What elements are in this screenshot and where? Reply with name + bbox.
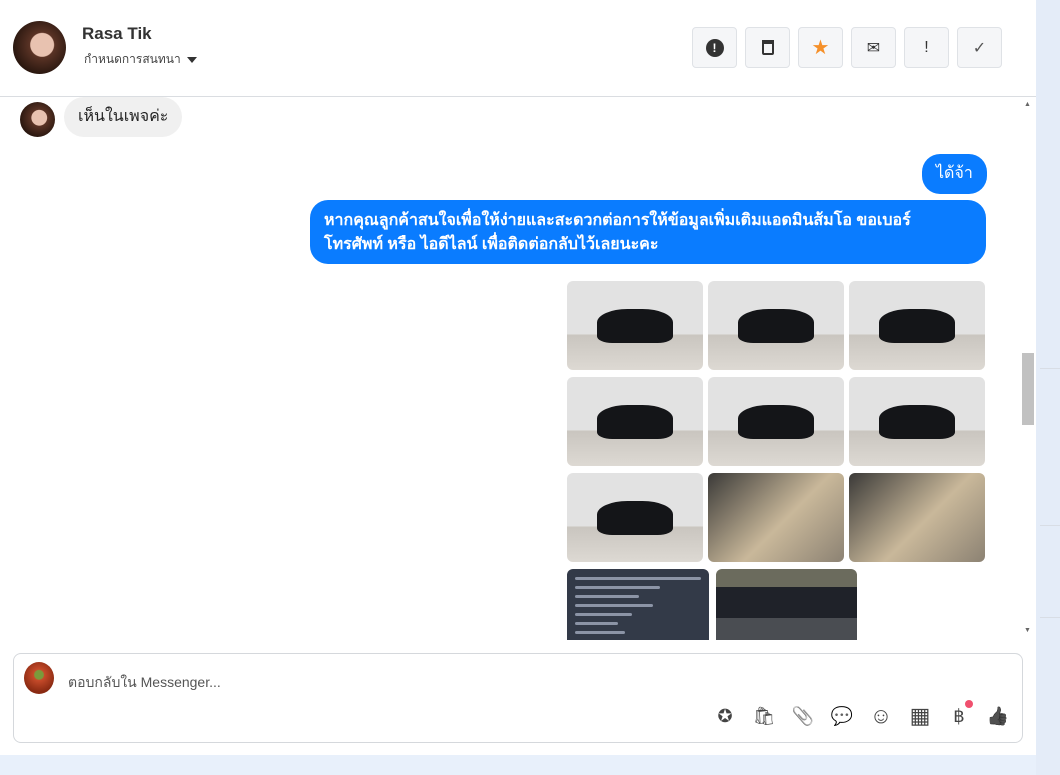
spec-sheet-photo[interactable] bbox=[567, 569, 709, 640]
star-button[interactable]: ★ bbox=[798, 27, 843, 68]
dashboard-photo[interactable] bbox=[716, 569, 857, 640]
reply-input[interactable]: ตอบกลับใน Messenger... bbox=[68, 672, 221, 694]
paperclip-icon: 📎 bbox=[791, 705, 815, 726]
baht-icon: ฿ bbox=[953, 705, 965, 726]
message-line: โทรศัพท์ หรือ ไอดีไลน์ เพื่อติดต่อกลับไว… bbox=[324, 236, 659, 253]
car-photo[interactable] bbox=[567, 473, 703, 562]
composer-toolbar: ✪ 🛍 📎 💬 ☺ ▦ ฿ 👍 bbox=[713, 700, 1010, 728]
spam-button[interactable]: ! bbox=[692, 27, 737, 68]
conversation-settings-dropdown[interactable]: กำหนดการสนทนา bbox=[84, 50, 197, 69]
interior-photo[interactable] bbox=[708, 473, 844, 562]
shop-button[interactable]: 🛍 bbox=[752, 704, 776, 728]
emoji-button[interactable]: ☺ bbox=[869, 703, 893, 728]
scroll-down-icon[interactable]: ▼ bbox=[1024, 627, 1031, 634]
like-button[interactable]: 👍 bbox=[986, 704, 1010, 728]
incoming-message: เห็นในเพจค่ะ bbox=[64, 97, 183, 137]
star-icon: ★ bbox=[811, 37, 830, 59]
mark-done-button[interactable]: ✓ bbox=[957, 27, 1002, 68]
table-button[interactable]: ▦ bbox=[908, 703, 932, 728]
car-image bbox=[596, 501, 674, 536]
check-icon: ✓ bbox=[972, 39, 987, 57]
trash-icon bbox=[761, 40, 774, 55]
car-image bbox=[596, 309, 674, 344]
conversation-header: Rasa Tik กำหนดการสนทนา ! ★ ✉ ! ✓ bbox=[0, 0, 1036, 97]
notification-dot bbox=[965, 700, 973, 708]
payment-button[interactable]: ฿ bbox=[947, 700, 973, 728]
scroll-up-icon[interactable]: ▲ bbox=[1024, 101, 1031, 108]
car-image bbox=[878, 405, 956, 440]
reply-composer[interactable]: ตอบกลับใน Messenger... ✪ 🛍 📎 💬 ☺ ▦ ฿ 👍 bbox=[13, 653, 1023, 743]
chat-bubble-icon: 💬 bbox=[830, 705, 854, 726]
car-image bbox=[737, 405, 815, 440]
car-photo[interactable] bbox=[708, 281, 844, 370]
saved-reply-button[interactable]: ✪ bbox=[713, 704, 737, 728]
contact-name[interactable]: Rasa Tik bbox=[82, 24, 152, 44]
car-image bbox=[737, 309, 815, 344]
message-line: หากคุณลูกค้าสนใจเพื่อให้ง่ายและสะดวกต่อก… bbox=[324, 212, 911, 229]
alert-circle-icon: ! bbox=[705, 38, 724, 57]
contact-avatar[interactable] bbox=[13, 21, 66, 74]
delete-button[interactable] bbox=[745, 27, 790, 68]
car-image bbox=[878, 309, 956, 344]
saved-reply-icon: ✪ bbox=[717, 705, 733, 726]
mail-button[interactable]: ✉ bbox=[851, 27, 896, 68]
side-panel-edge bbox=[1036, 0, 1060, 775]
divider bbox=[1040, 617, 1060, 618]
interior-photo[interactable] bbox=[849, 473, 985, 562]
chat-scrollbar[interactable]: ▲ ▼ bbox=[1020, 97, 1034, 640]
quick-reply-button[interactable]: 💬 bbox=[830, 704, 854, 728]
thumbs-up-icon: 👍 bbox=[986, 705, 1010, 726]
divider bbox=[1040, 368, 1060, 369]
attach-button[interactable]: 📎 bbox=[791, 704, 815, 728]
divider bbox=[1040, 525, 1060, 526]
caret-down-icon bbox=[186, 56, 197, 63]
car-photo[interactable] bbox=[708, 377, 844, 466]
sender-avatar bbox=[20, 102, 55, 137]
important-button[interactable]: ! bbox=[904, 27, 949, 68]
car-photo[interactable] bbox=[849, 281, 985, 370]
page-avatar bbox=[24, 662, 54, 694]
conversation-panel: Rasa Tik กำหนดการสนทนา ! ★ ✉ ! ✓ เห็นในเ… bbox=[0, 0, 1036, 755]
mail-icon: ✉ bbox=[866, 39, 881, 57]
message-list: เห็นในเพจค่ะ ได้จ้า หากคุณลูกค้าสนใจเพื่… bbox=[0, 97, 1020, 640]
smiley-icon: ☺ bbox=[869, 703, 893, 728]
table-icon: ▦ bbox=[909, 703, 931, 728]
car-photo[interactable] bbox=[567, 281, 703, 370]
header-actions: ! ★ ✉ ! ✓ bbox=[692, 27, 1002, 68]
outgoing-message: ได้จ้า bbox=[922, 154, 987, 194]
car-photo[interactable] bbox=[567, 377, 703, 466]
outgoing-message-long: หากคุณลูกค้าสนใจเพื่อให้ง่ายและสะดวกต่อก… bbox=[310, 200, 986, 264]
car-photo[interactable] bbox=[849, 377, 985, 466]
exclamation-icon: ! bbox=[924, 38, 929, 56]
car-image bbox=[596, 405, 674, 440]
settings-label: กำหนดการสนทนา bbox=[84, 52, 181, 66]
shopping-bag-icon: 🛍 bbox=[752, 705, 776, 726]
scrollbar-thumb[interactable] bbox=[1022, 353, 1034, 425]
